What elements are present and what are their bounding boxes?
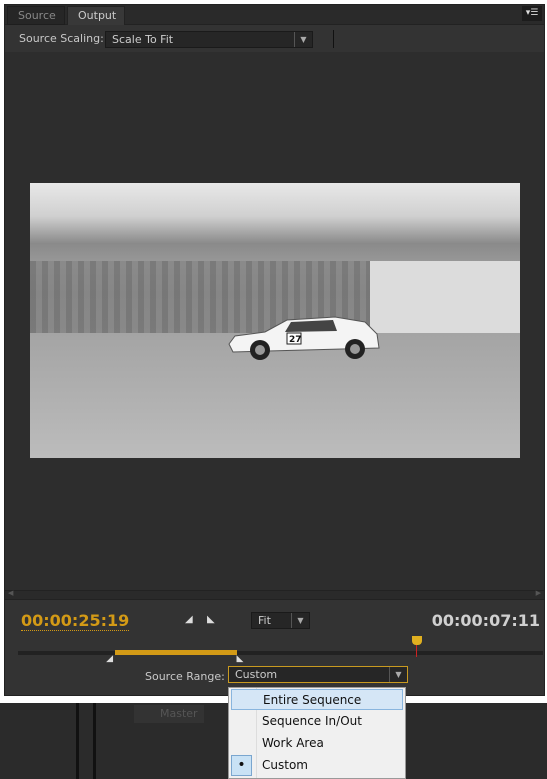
set-out-point-icon[interactable]: ◣ [207,614,215,625]
race-car-image: 27 [228,316,380,360]
chevron-down-icon: ▼ [294,32,312,47]
option-work-area[interactable]: Work Area [231,733,403,754]
export-settings-panel: Source Output ▾☰ Source Scaling: Scale T… [4,4,545,696]
video-frame: 27 [30,183,520,458]
source-range-label: Source Range: [145,670,225,683]
scroll-left-icon[interactable]: ◀ [8,589,13,597]
panel-divider [76,703,79,779]
time-ruler[interactable] [18,651,543,655]
source-scaling-row: Source Scaling: Scale To Fit ▼ [5,27,544,51]
duration-timecode: 00:00:07:11 [431,611,540,630]
source-scaling-value: Scale To Fit [112,33,174,46]
tab-master[interactable]: Master [134,705,204,723]
chevron-down-icon: ▼ [389,667,407,682]
scroll-right-icon[interactable]: ▶ [536,589,541,597]
playhead-line [416,645,417,657]
option-entire-sequence[interactable]: Entire Sequence [231,689,403,710]
tab-source[interactable]: Source [7,6,65,25]
video-background-building [370,261,520,339]
option-custom[interactable]: Custom [231,755,403,776]
playhead[interactable] [412,636,422,658]
current-timecode[interactable]: 00:00:25:19 [21,611,130,631]
panel-menu-icon[interactable]: ▾☰ [522,6,542,21]
zoom-level-value: Fit [258,614,271,627]
divider [333,30,334,48]
horizontal-scrollbar[interactable]: ◀ ▶ [5,589,544,600]
chevron-down-icon: ▼ [291,613,309,628]
source-range-value: Custom [235,668,278,681]
selected-range-bar [115,650,238,655]
out-point-marker[interactable]: ◣ [236,654,243,664]
source-range-dropdown: Entire Sequence Sequence In/Out Work Are… [228,687,406,779]
source-scaling-label: Source Scaling: [19,32,104,45]
in-point-marker[interactable]: ◢ [106,654,113,664]
set-in-point-icon[interactable]: ◢ [185,614,193,625]
source-range-select[interactable]: Custom ▼ [228,666,408,683]
video-preview-area: 27 [5,52,544,590]
tab-bar: Source Output ▾☰ [5,5,544,25]
panel-divider [93,703,96,779]
option-sequence-in-out[interactable]: Sequence In/Out [231,711,403,732]
tab-output[interactable]: Output [67,6,125,25]
source-scaling-select[interactable]: Scale To Fit ▼ [105,31,313,48]
car-number: 27 [289,335,302,345]
zoom-level-select[interactable]: Fit ▼ [251,612,310,629]
playhead-handle-icon[interactable] [412,636,422,645]
